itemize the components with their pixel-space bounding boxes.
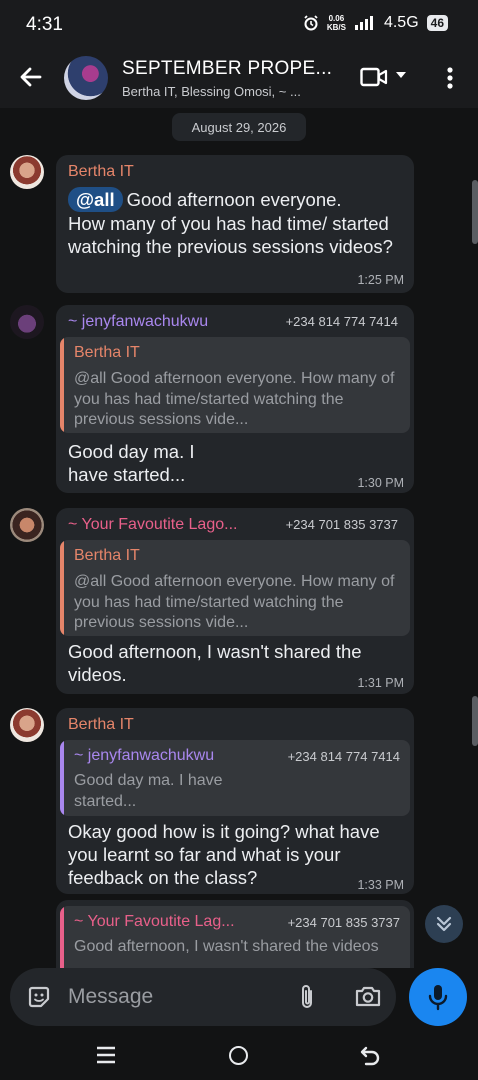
system-nav-bar	[0, 1030, 478, 1080]
sender-phone: +234 701 835 3737	[285, 517, 398, 532]
sender-name[interactable]: Bertha IT	[68, 716, 134, 734]
quote-phone: +234 814 774 7414	[287, 749, 400, 764]
back-arrow-icon[interactable]	[16, 62, 46, 92]
home-icon[interactable]	[229, 1046, 248, 1065]
quote-bar	[60, 906, 64, 968]
voice-message-button[interactable]	[409, 968, 467, 1026]
composer: Message	[0, 968, 478, 1030]
scroll-to-bottom-button[interactable]	[425, 905, 463, 943]
message-time: 1:25 PM	[357, 273, 404, 287]
attach-icon[interactable]	[298, 983, 316, 1011]
message-text: @all Good afternoon everyone. How many of …	[68, 187, 393, 257]
message-bubble[interactable]: ~ Your Favoutite Lag... +234 701 835 373…	[56, 900, 414, 968]
sender-name[interactable]: ~ Your Favoutite Lago...	[68, 516, 237, 534]
double-chevron-down-icon	[436, 916, 452, 932]
message-bubble[interactable]: ~ Your Favoutite Lago... +234 701 835 37…	[56, 508, 414, 694]
quoted-message[interactable]: Bertha IT @all Good afternoon everyone. …	[60, 337, 410, 433]
message-bubble[interactable]: Bertha IT @all Good afternoon everyone. Ho…	[56, 155, 414, 293]
status-time: 4:31	[26, 14, 63, 35]
message-field[interactable]: Message	[10, 968, 396, 1026]
message-bubble[interactable]: ~ jenyfanwachukwu +234 814 774 7414 Bert…	[56, 305, 414, 493]
group-title[interactable]: SEPTEMBER PROPE...	[122, 58, 342, 80]
status-bar: 4:31 0.06 KB/S 4.5G 46	[0, 0, 478, 50]
avatar[interactable]	[10, 708, 44, 742]
date-divider: August 29, 2026	[172, 113, 306, 141]
quote-text: Good afternoon, I wasn't shared the vide…	[74, 938, 379, 955]
battery-level: 46	[426, 15, 448, 31]
sender-phone: +234 814 774 7414	[285, 314, 398, 329]
sender-name[interactable]: Bertha IT	[68, 163, 134, 181]
quoted-message[interactable]: ~ jenyfanwachukwu +234 814 774 7414 Good…	[60, 740, 410, 816]
video-call-icon[interactable]	[360, 66, 388, 88]
quote-text: @all Good afternoon everyone. How many o…	[74, 573, 395, 631]
quoted-message[interactable]: ~ Your Favoutite Lag... +234 701 835 373…	[60, 906, 410, 968]
quote-text: @all Good afternoon everyone. How many o…	[74, 370, 395, 428]
recents-icon[interactable]	[96, 1046, 116, 1064]
quote-author: ~ jenyfanwachukwu	[74, 747, 215, 764]
message-time: 1:33 PM	[357, 878, 404, 892]
message-text: Good day ma. I have started...	[68, 441, 195, 485]
scrollbar-thumb[interactable]	[472, 696, 478, 746]
quote-phone: +234 701 835 3737	[287, 915, 400, 930]
chat-header: SEPTEMBER PROPE... Bertha IT, Blessing O…	[0, 50, 478, 108]
message-input[interactable]: Message	[68, 985, 153, 1009]
avatar[interactable]	[10, 508, 44, 542]
scrollbar-thumb[interactable]	[472, 180, 478, 244]
message-time: 1:31 PM	[357, 676, 404, 690]
mic-icon	[428, 985, 448, 1011]
more-vert-icon[interactable]	[446, 66, 454, 90]
quote-author: Bertha IT	[74, 344, 140, 361]
network-type: 4.5G	[383, 14, 419, 31]
camera-icon[interactable]	[354, 984, 382, 1008]
message-text: Okay good how is it going? what have you…	[68, 821, 380, 888]
quote-bar	[60, 540, 64, 636]
quote-author: ~ Your Favoutite Lag...	[74, 913, 235, 930]
quote-bar	[60, 740, 64, 816]
back-icon[interactable]	[360, 1044, 382, 1066]
message-bubble[interactable]: Bertha IT ~ jenyfanwachukwu +234 814 774…	[56, 708, 414, 894]
quote-bar	[60, 337, 64, 433]
group-avatar[interactable]	[64, 56, 108, 100]
quote-author: Bertha IT	[74, 547, 140, 564]
quoted-message[interactable]: Bertha IT @all Good afternoon everyone. …	[60, 540, 410, 636]
group-members[interactable]: Bertha IT, Blessing Omosi, ~ ...	[122, 84, 352, 99]
mention-tag[interactable]: @all	[68, 187, 123, 212]
emoji-icon[interactable]	[26, 984, 52, 1010]
quote-text: Good day ma. I have started...	[74, 772, 223, 810]
signal-icon	[354, 16, 373, 30]
avatar[interactable]	[10, 155, 44, 189]
message-list[interactable]: August 29, 2026 Bertha IT @all Good after…	[0, 108, 478, 968]
net-speed: 0.06 KB/S	[326, 14, 346, 32]
message-time: 1:30 PM	[357, 476, 404, 490]
status-icons: 0.06 KB/S 4.5G 46	[303, 14, 448, 32]
sender-name[interactable]: ~ jenyfanwachukwu	[68, 313, 208, 331]
message-text: Good afternoon, I wasn't shared the vide…	[68, 641, 362, 685]
chevron-down-icon[interactable]	[396, 72, 406, 78]
avatar[interactable]	[10, 305, 44, 339]
alarm-icon	[304, 15, 318, 31]
